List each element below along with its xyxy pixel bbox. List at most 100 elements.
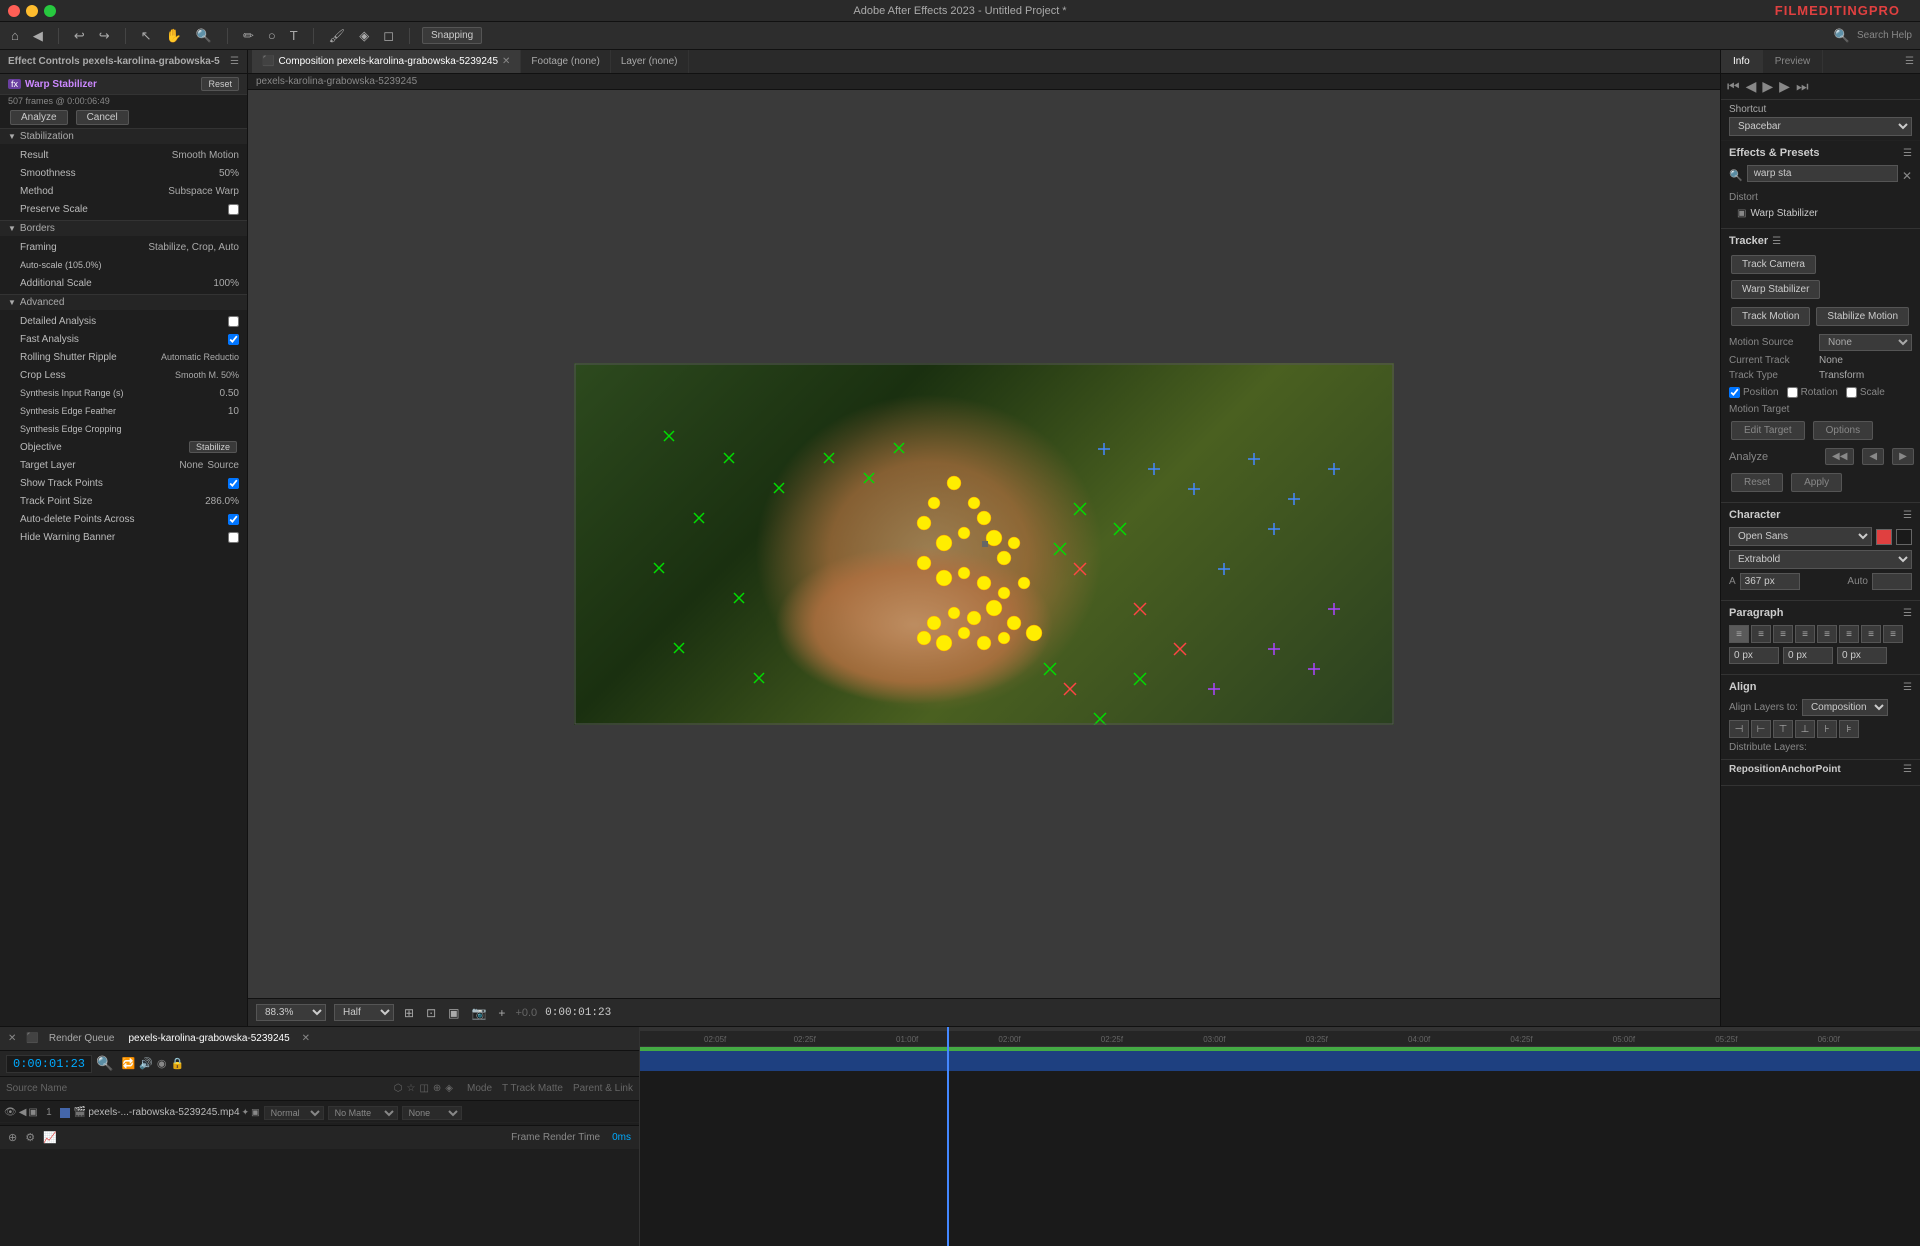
align-menu-icon[interactable]: ☰ xyxy=(1903,682,1912,693)
warp-stabilizer-item[interactable]: ▣ Warp Stabilizer xyxy=(1729,205,1912,222)
right-indent-input[interactable] xyxy=(1783,647,1833,664)
zoom-select[interactable]: 88.3% xyxy=(256,1004,326,1021)
align-left-button[interactable]: ≡ xyxy=(1729,625,1749,643)
tracker-apply-button[interactable]: Apply xyxy=(1791,473,1842,492)
align-justify-button[interactable]: ≡ xyxy=(1795,625,1815,643)
align-justify-all-button[interactable]: ≡ xyxy=(1883,625,1903,643)
font-style-select[interactable]: Extrabold xyxy=(1729,550,1912,569)
preserve-scale-checkbox[interactable] xyxy=(228,204,239,215)
analyze-left-left-button[interactable]: ◀◀ xyxy=(1825,448,1854,465)
analyze-left-button[interactable]: ◀ xyxy=(1862,448,1884,465)
stabilize-objective-button[interactable]: Stabilize xyxy=(189,441,237,453)
effects-search-input[interactable] xyxy=(1747,165,1898,182)
top-indent-input[interactable] xyxy=(1837,647,1887,664)
edit-target-button[interactable]: Edit Target xyxy=(1731,421,1805,440)
maximize-button[interactable] xyxy=(44,5,56,17)
left-indent-input[interactable] xyxy=(1729,647,1779,664)
stamp-icon[interactable]: ◈ xyxy=(356,26,372,46)
cancel-button[interactable]: Cancel xyxy=(76,110,129,125)
effects-search-clear[interactable]: ✕ xyxy=(1902,169,1912,183)
bottom-settings-icon[interactable]: ⚙ xyxy=(25,1131,35,1144)
home-icon[interactable]: ⌂ xyxy=(8,26,22,45)
align-justify-last-center-button[interactable]: ≡ xyxy=(1839,625,1859,643)
window-controls[interactable] xyxy=(8,5,56,17)
playhead[interactable] xyxy=(947,1027,949,1246)
hide-warning-checkbox[interactable] xyxy=(228,532,239,543)
timeline-close[interactable]: ✕ xyxy=(302,1033,310,1044)
undo-icon[interactable]: ↩ xyxy=(71,26,88,46)
rotation-checkbox[interactable] xyxy=(1787,387,1798,398)
character-menu-icon[interactable]: ☰ xyxy=(1903,510,1912,521)
panel-options[interactable]: ☰ xyxy=(1899,50,1920,73)
track-camera-button[interactable]: Track Camera xyxy=(1731,255,1816,274)
stroke-color-swatch[interactable] xyxy=(1896,529,1912,545)
grid-icon[interactable]: ⊞ xyxy=(402,1004,416,1022)
font-name-select[interactable]: Open Sans xyxy=(1729,527,1872,546)
camera-icon[interactable]: 📷 xyxy=(469,1004,488,1022)
align-right-edge-button[interactable]: ⊤ xyxy=(1773,720,1793,738)
vis-eye-icon[interactable]: 👁 xyxy=(4,1107,17,1118)
tracker-menu-icon[interactable]: ☰ xyxy=(1772,236,1781,247)
auto-delete-checkbox[interactable] xyxy=(228,514,239,525)
snapping-button[interactable]: Snapping xyxy=(422,27,482,44)
lock-icon[interactable]: 🔒 xyxy=(170,1057,184,1070)
stabilization-section-header[interactable]: ▼ Stabilization xyxy=(0,128,247,144)
quality-select[interactable]: Half xyxy=(334,1004,394,1021)
align-bottom-edge-button[interactable]: ⊧ xyxy=(1839,720,1859,738)
align-layers-select[interactable]: Composition xyxy=(1802,699,1888,716)
effects-menu-icon[interactable]: ☰ xyxy=(1903,148,1912,159)
show-track-points-checkbox[interactable] xyxy=(228,478,239,489)
bottom-graph-icon[interactable]: 📈 xyxy=(43,1131,57,1144)
options-button[interactable]: Options xyxy=(1813,421,1873,440)
prev-frame-icon[interactable]: ◀ xyxy=(1746,78,1757,95)
hand-icon[interactable]: ✋ xyxy=(163,26,185,46)
blend-mode-select[interactable]: Normal xyxy=(264,1106,324,1120)
align-right-button[interactable]: ≡ xyxy=(1773,625,1793,643)
parent-select[interactable]: None xyxy=(402,1106,462,1120)
back-icon[interactable]: ◀ xyxy=(30,26,46,46)
stabilize-motion-button[interactable]: Stabilize Motion xyxy=(1816,307,1909,326)
skip-forward-icon[interactable]: ⏭ xyxy=(1796,78,1809,95)
position-checkbox[interactable] xyxy=(1729,387,1740,398)
search-timecode-icon[interactable]: 🔍 xyxy=(96,1055,113,1072)
analyze-button[interactable]: Analyze xyxy=(10,110,68,125)
reposition-menu-icon[interactable]: ☰ xyxy=(1903,764,1912,775)
panel-options-icon[interactable]: ☰ xyxy=(1905,56,1914,67)
plus-icon[interactable]: + xyxy=(496,1004,507,1022)
timecode-display[interactable]: 0:00:01:23 xyxy=(6,1055,92,1073)
render-icon[interactable]: ▣ xyxy=(446,1004,461,1022)
shape-icon[interactable]: ○ xyxy=(265,26,279,45)
font-size-input[interactable] xyxy=(1740,573,1800,590)
scale-checkbox[interactable] xyxy=(1846,387,1857,398)
text-color-swatch[interactable] xyxy=(1876,529,1892,545)
borders-section-header[interactable]: ▼ Borders xyxy=(0,220,247,236)
comp-tab-close[interactable]: ✕ xyxy=(502,56,510,67)
select-icon[interactable]: ↖ xyxy=(138,26,155,46)
warp-stabilizer-button[interactable]: Warp Stabilizer xyxy=(1731,280,1820,299)
align-h-center-button[interactable]: ⊢ xyxy=(1751,720,1771,738)
warp-reset-button[interactable]: Reset xyxy=(201,77,239,91)
track-motion-button[interactable]: Track Motion xyxy=(1731,307,1810,326)
render-queue-tab[interactable]: Render Queue xyxy=(45,1033,119,1044)
tab-layer[interactable]: Layer (none) xyxy=(611,50,689,73)
text-icon[interactable]: T xyxy=(287,26,301,45)
minimize-button[interactable] xyxy=(26,5,38,17)
next-frame-icon[interactable]: ▶ xyxy=(1779,78,1790,95)
shortcut-select[interactable]: Spacebar xyxy=(1729,117,1912,136)
brush-icon[interactable]: 🖌 xyxy=(326,26,349,46)
align-justify-last-left-button[interactable]: ≡ xyxy=(1817,625,1837,643)
tab-footage[interactable]: Footage (none) xyxy=(521,50,610,73)
advanced-section-header[interactable]: ▼ Advanced xyxy=(0,294,247,310)
tab-composition[interactable]: ⬛ Composition pexels-karolina-grabowska-… xyxy=(252,50,521,73)
bottom-add-icon[interactable]: ⊕ xyxy=(8,1131,17,1144)
zoom-icon[interactable]: 🔍 xyxy=(193,26,215,46)
font-tracking-input[interactable] xyxy=(1872,573,1912,590)
pen-icon[interactable]: ✏ xyxy=(240,26,257,46)
solo-icon[interactable]: ◉ xyxy=(157,1057,167,1070)
tab-info[interactable]: Info xyxy=(1721,50,1763,73)
eraser-icon[interactable]: ◻ xyxy=(380,26,397,46)
search-toolbar-icon[interactable]: 🔍 xyxy=(1831,26,1853,46)
render-queue-close[interactable]: ✕ xyxy=(8,1033,16,1044)
audio-icon[interactable]: 🔊 xyxy=(139,1057,153,1070)
close-button[interactable] xyxy=(8,5,20,17)
